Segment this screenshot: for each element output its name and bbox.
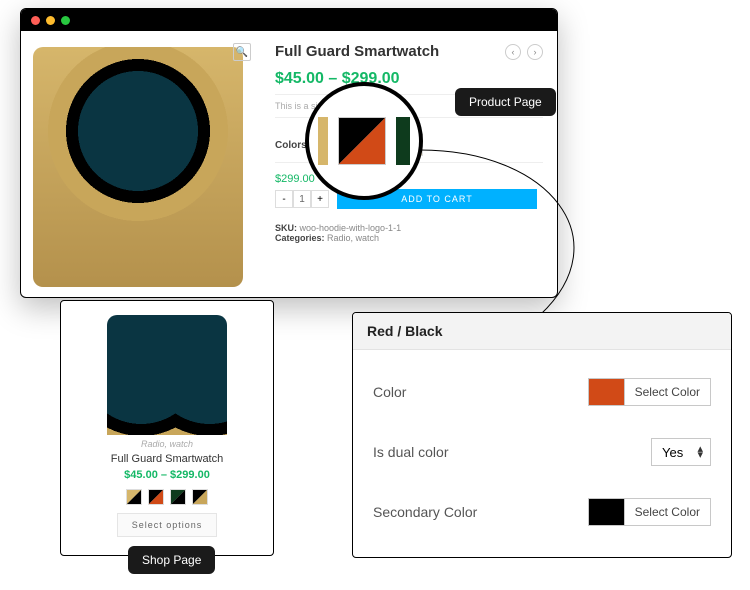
sku-label: SKU: — [275, 223, 297, 233]
sku-value: woo-hoodie-with-logo-1-1 — [300, 223, 402, 233]
callout-product-page: Product Page — [455, 88, 556, 116]
primary-color-chip — [589, 379, 625, 405]
is-dual-select[interactable]: Yes — [651, 438, 711, 466]
product-title: Full Guard Smartwatch — [275, 43, 439, 60]
secondary-color-picker[interactable]: Select Color — [588, 498, 711, 526]
qty-decrease-button[interactable]: - — [275, 190, 293, 208]
product-image[interactable] — [33, 47, 243, 287]
qty-value: 1 — [293, 190, 311, 208]
categories-value: Radio, watch — [327, 233, 379, 243]
secondary-color-button-label: Select Color — [625, 505, 710, 519]
primary-color-picker[interactable]: Select Color — [588, 378, 711, 406]
settings-header: Red / Black — [353, 313, 731, 350]
shop-product-title[interactable]: Full Guard Smartwatch — [71, 453, 263, 465]
window-zoom-icon[interactable] — [61, 16, 70, 25]
magnifier-edge-right — [396, 117, 410, 165]
shop-color-swatch-1[interactable] — [148, 489, 164, 505]
shop-swatch-row — [71, 489, 263, 505]
setting-row-color: Color Select Color — [373, 362, 711, 422]
next-product-button[interactable]: › — [527, 44, 543, 60]
image-zoom-button[interactable]: 🔍 — [233, 43, 251, 61]
window-minimize-icon[interactable] — [46, 16, 55, 25]
product-price-range: $45.00 – $299.00 — [275, 70, 543, 88]
secondary-color-chip — [589, 499, 625, 525]
shop-page-card: Radio, watch Full Guard Smartwatch $45.0… — [60, 300, 274, 556]
shop-product-price: $45.00 – $299.00 — [71, 469, 263, 481]
magnifier-lens — [305, 82, 423, 200]
connector-curve — [410, 140, 630, 320]
colors-label: Colors — [275, 140, 307, 151]
callout-shop-page: Shop Page — [128, 546, 215, 574]
setting-row-is-dual: Is dual color Yes ▴▾ — [373, 422, 711, 482]
setting-label-secondary: Secondary Color — [373, 504, 477, 520]
prev-product-button[interactable]: ‹ — [505, 44, 521, 60]
magnified-swatch-red-black — [338, 117, 386, 165]
shop-color-swatch-2[interactable] — [170, 489, 186, 505]
window-close-icon[interactable] — [31, 16, 40, 25]
setting-label-color: Color — [373, 384, 406, 400]
shop-product-category: Radio, watch — [71, 439, 263, 449]
qty-increase-button[interactable]: + — [311, 190, 329, 208]
magnifier-edge-left — [318, 117, 328, 165]
setting-label-is-dual: Is dual color — [373, 444, 448, 460]
shop-product-image[interactable] — [107, 315, 227, 435]
setting-row-secondary-color: Secondary Color Select Color — [373, 482, 711, 542]
shop-color-swatch-3[interactable] — [192, 489, 208, 505]
product-image-column: 🔍 — [21, 31, 261, 297]
select-options-button[interactable]: Select options — [117, 513, 218, 537]
primary-color-button-label: Select Color — [625, 385, 710, 399]
quantity-stepper: - 1 + — [275, 190, 329, 208]
window-titlebar — [21, 9, 557, 31]
categories-label: Categories: — [275, 233, 325, 243]
shop-color-swatch-0[interactable] — [126, 489, 142, 505]
swatch-settings-panel: Red / Black Color Select Color Is dual c… — [352, 312, 732, 558]
